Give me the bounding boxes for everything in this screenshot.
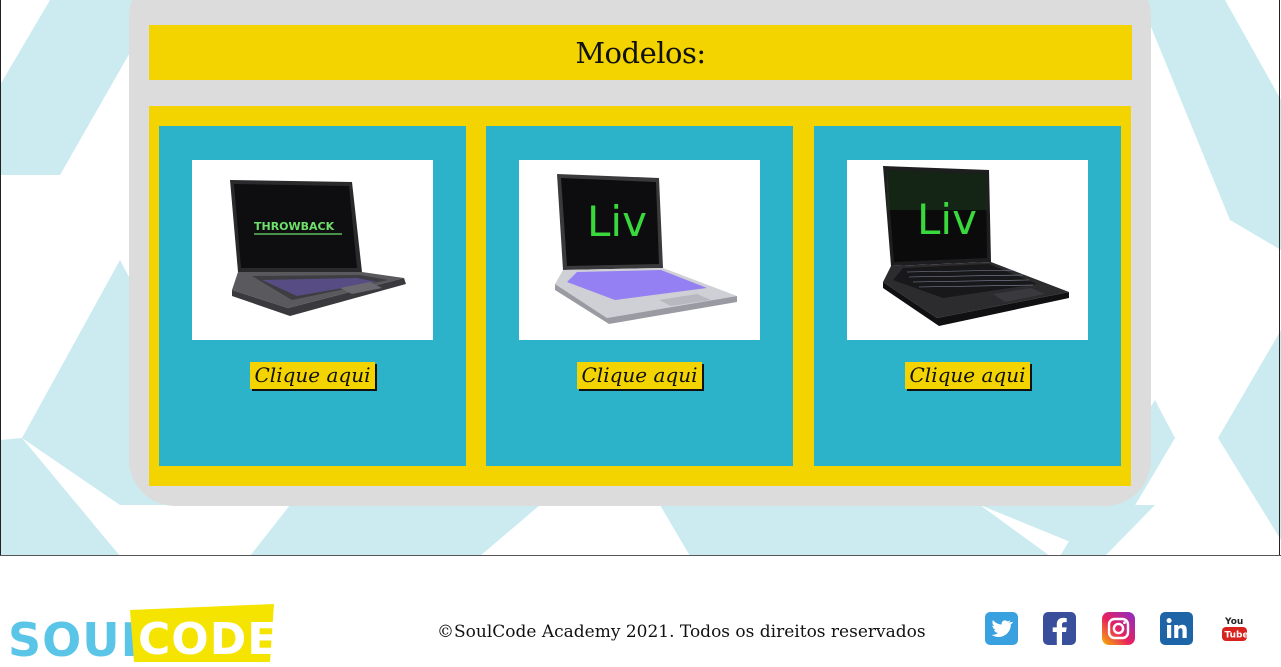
- laptop-image-1: THROWBACK: [192, 160, 433, 340]
- section-title-bar: Modelos:: [149, 25, 1132, 80]
- laptop-screen-text-1: THROWBACK: [254, 220, 335, 233]
- footer-divider: [0, 555, 1281, 556]
- section-title: Modelos:: [575, 35, 706, 70]
- laptop-illustration-2: Liv: [555, 174, 737, 324]
- twitter-icon[interactable]: [985, 612, 1018, 645]
- copyright-text: ©SoulCode Academy 2021. Todos os direito…: [437, 622, 926, 642]
- svg-text:Tube: Tube: [1225, 631, 1249, 641]
- logo-text-code: CODE: [138, 614, 276, 662]
- page-border-right: [1279, 0, 1280, 555]
- model-card-2: Liv Clique aqui: [486, 126, 793, 466]
- laptop-illustration-3: Liv: [883, 166, 1069, 326]
- soulcode-logo: SOUL CODE: [8, 604, 276, 662]
- model-card-1: THROWBACK Clique aqui: [159, 126, 466, 466]
- laptop-screen-text-2: Liv: [587, 197, 647, 246]
- linkedin-icon[interactable]: [1160, 612, 1193, 645]
- clique-aqui-button-3[interactable]: Clique aqui: [904, 362, 1031, 389]
- page-border-left: [0, 0, 1, 555]
- logo-text-soul: SOUL: [8, 613, 151, 662]
- clique-aqui-button-2[interactable]: Clique aqui: [576, 362, 703, 389]
- instagram-icon[interactable]: [1102, 612, 1135, 645]
- youtube-icon[interactable]: You Tube: [1218, 612, 1251, 645]
- facebook-icon[interactable]: [1043, 612, 1076, 645]
- laptop-image-3: Liv: [847, 160, 1088, 340]
- svg-text:You: You: [1224, 617, 1243, 627]
- model-card-3: Liv Clique aqui: [814, 126, 1121, 466]
- laptop-illustration-1: THROWBACK: [230, 180, 406, 316]
- clique-aqui-button-1[interactable]: Clique aqui: [249, 362, 376, 389]
- laptop-screen-text-3: Liv: [917, 195, 977, 244]
- laptop-image-2: Liv: [519, 160, 760, 340]
